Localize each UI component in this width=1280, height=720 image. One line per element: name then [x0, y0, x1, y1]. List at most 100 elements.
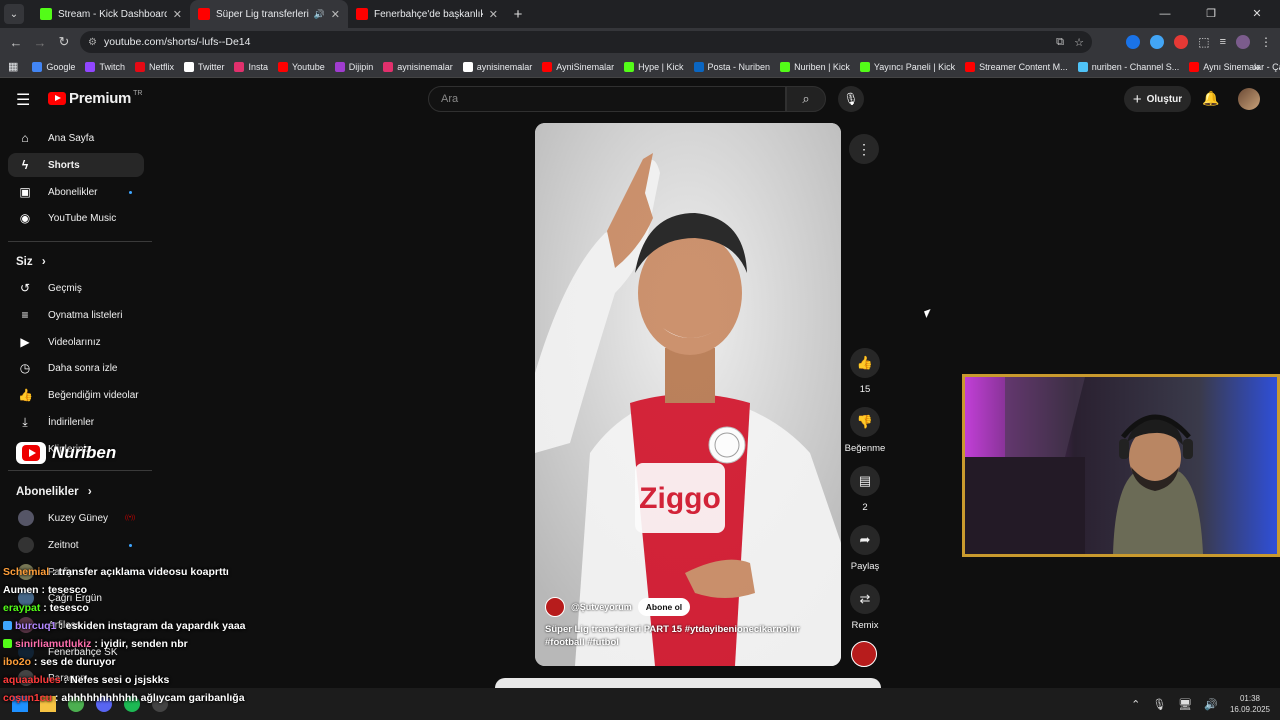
tab-close-icon[interactable]: ✕ [489, 8, 498, 21]
network-icon[interactable]: 🖥 [1178, 698, 1192, 711]
bookmark-item[interactable]: Insta [234, 61, 268, 72]
media-icon[interactable]: ≡ [1220, 36, 1226, 48]
sidebar-item[interactable]: ◷ Daha sonra izle [8, 356, 144, 380]
chat-username: ibo2o [3, 656, 31, 668]
restore-icon[interactable]: ❐ [1188, 0, 1234, 28]
search-input[interactable]: Ara [428, 86, 786, 112]
minimize-icon[interactable]: — [1142, 0, 1188, 28]
sidebar-item[interactable]: Kuzey Güney ((•)) [8, 506, 144, 530]
search-icon[interactable]: ⌕ [786, 86, 826, 112]
sidebar-item[interactable]: ⤓ İndirilenler [8, 410, 144, 434]
site-info-icon[interactable]: ⚙ [88, 37, 97, 48]
notifications-bell-icon[interactable]: 🔔 [1202, 90, 1219, 107]
youtube-premium-logo[interactable]: Premium TR [48, 90, 142, 107]
tab-title: Süper Lig transferleri PART [216, 8, 310, 20]
chat-text: ahhhhhhhhhhh ağlıycam garibanlığa [61, 692, 245, 704]
home-icon: ⌂ [21, 131, 29, 145]
bookmark-item[interactable]: Streamer Content M... [965, 61, 1068, 72]
cast-icon[interactable]: ⧉ [1056, 36, 1064, 49]
live-icon: ((•)) [125, 515, 136, 521]
sidebar-item[interactable]: ▶ Videolarınız [8, 330, 144, 354]
tab-close-icon[interactable]: ✕ [173, 8, 182, 21]
sidebar-item-label: İndirilenler [48, 416, 95, 428]
sidebar-item[interactable]: ↺ Geçmiş [8, 276, 144, 300]
you-section-heading[interactable]: Siz › [16, 256, 46, 268]
tab-close-icon[interactable]: ✕ [331, 8, 340, 21]
chat-username: burcuq1 [15, 620, 57, 632]
volume-icon[interactable]: 🔊 [1204, 698, 1218, 711]
chat-badge-icon [3, 621, 12, 630]
bookmark-item[interactable]: Nuriben | Kick [780, 61, 850, 72]
more-bookmarks-icon[interactable]: » [1253, 60, 1260, 74]
bookmark-label: Google [46, 61, 76, 72]
tab-super-lig[interactable]: Süper Lig transferleri PART 🔊 ✕ [190, 0, 348, 28]
channel-avatar[interactable] [545, 597, 565, 617]
dislike-button[interactable]: 👎 Beğenme [844, 407, 886, 454]
bookmark-item[interactable]: Youtube [278, 61, 325, 72]
menu-dots-icon[interactable]: ⋮ [1260, 35, 1272, 49]
thumbs-up-icon: 👍 [850, 348, 880, 378]
bookmark-item[interactable]: Twitter [183, 61, 224, 72]
webcam-video [965, 377, 1277, 554]
bookmark-item[interactable]: Google [32, 61, 76, 72]
speaker-icon[interactable]: 🔊 [314, 9, 325, 20]
close-window-icon[interactable]: ✕ [1234, 0, 1280, 28]
bookmark-item[interactable]: Aynı Sinemalar - Ça... [1189, 61, 1280, 72]
bookmark-item[interactable]: Twitch [85, 61, 125, 72]
create-button[interactable]: + Oluştur [1124, 86, 1191, 112]
url-input[interactable]: ⚙ youtube.com/shorts/-lufs--De14 ☆ ⧉ [80, 31, 1092, 53]
puzzle-icon[interactable]: ⬚ [1198, 35, 1209, 49]
bookmark-item[interactable]: Dijipin [334, 61, 373, 72]
subscriptions-icon: ▣ [19, 185, 31, 199]
bookmark-item[interactable]: Hype | Kick [624, 61, 684, 72]
sidebar-item[interactable]: ◉ YouTube Music [8, 206, 144, 230]
subscriptions-heading[interactable]: Abonelikler › [16, 486, 92, 498]
chat-message: eraypat : tesesco [3, 602, 89, 614]
bookmark-item[interactable]: aynisinemalar [462, 61, 532, 72]
hamburger-menu-icon[interactable]: ☰ [16, 90, 32, 110]
extension-red-icon[interactable] [1174, 35, 1189, 49]
tab-fenerbahce[interactable]: Fenerbahçe'de başkanlık seçim ✕ [348, 0, 506, 28]
reload-icon[interactable]: ↻ [52, 34, 76, 50]
short-caption[interactable]: Süper Lig transferleri PART 15 #ytdayibe… [545, 623, 831, 649]
bookmark-item[interactable]: aynisinemalar [383, 61, 453, 72]
sound-channel-avatar[interactable] [851, 641, 877, 667]
short-video-player[interactable]: Ziggo @Şutveyorum Abone ol Süper Lig tra… [535, 123, 841, 666]
sidebar-item[interactable]: ▣ Abonelikler [8, 180, 144, 204]
sidebar-item[interactable]: ⌂ Ana Sayfa [8, 126, 144, 150]
sidebar-item[interactable]: Zeitnot [8, 533, 144, 557]
remix-button[interactable]: ⇄ Remix [844, 584, 886, 631]
extension-blue-icon[interactable] [1150, 35, 1165, 49]
bookmark-favicon-icon [1189, 61, 1200, 72]
profile-avatar[interactable] [1236, 35, 1250, 49]
clock[interactable]: 01:38 16.09.2025 [1230, 693, 1270, 715]
tab-search-button[interactable]: ⌄ [4, 4, 24, 24]
bookmark-favicon-icon [383, 61, 394, 72]
microphone-icon[interactable]: 🎙 [838, 86, 864, 112]
channel-avatar [18, 537, 34, 553]
sidebar-item[interactable]: ≡ Oynatma listeleri [8, 303, 144, 327]
sidebar-item[interactable]: 👍 Beğendiğim videolar [8, 383, 144, 407]
bookmark-item[interactable]: Yayıncı Paneli | Kick [859, 61, 955, 72]
bookmark-star-icon[interactable]: ☆ [1074, 36, 1084, 49]
account-avatar[interactable] [1238, 88, 1260, 110]
tray-chevron-icon[interactable]: ⌃ [1131, 698, 1140, 711]
bookmark-item[interactable]: nuriben - Channel S... [1077, 61, 1179, 72]
share-button[interactable]: ➦ Paylaş [844, 525, 886, 572]
microphone-tray-icon[interactable]: 🎙 [1152, 698, 1166, 711]
sidebar-item[interactable]: ϟ Shorts [8, 153, 144, 177]
new-tab-button[interactable]: + [506, 6, 530, 23]
bookmark-item[interactable]: Posta - Nuriben [693, 61, 770, 72]
forward-icon[interactable]: → [28, 35, 52, 50]
back-icon[interactable]: ← [4, 35, 28, 50]
like-button[interactable]: 👍 15 [844, 348, 886, 395]
apps-grid-icon[interactable]: ▦ [8, 60, 18, 73]
extension-shield-icon[interactable] [1126, 35, 1141, 49]
more-options-icon[interactable]: ⋮ [849, 134, 879, 164]
bookmark-item[interactable]: AyniSinemalar [542, 61, 614, 72]
bookmark-item[interactable]: Netflix [134, 61, 174, 72]
tab-kick-dashboard[interactable]: Stream - Kick Dashboard ✕ [32, 0, 190, 28]
channel-handle[interactable]: @Şutveyorum [571, 602, 632, 612]
subscribe-button[interactable]: Abone ol [637, 598, 691, 616]
comments-button[interactable]: ▤ 2 [844, 466, 886, 513]
